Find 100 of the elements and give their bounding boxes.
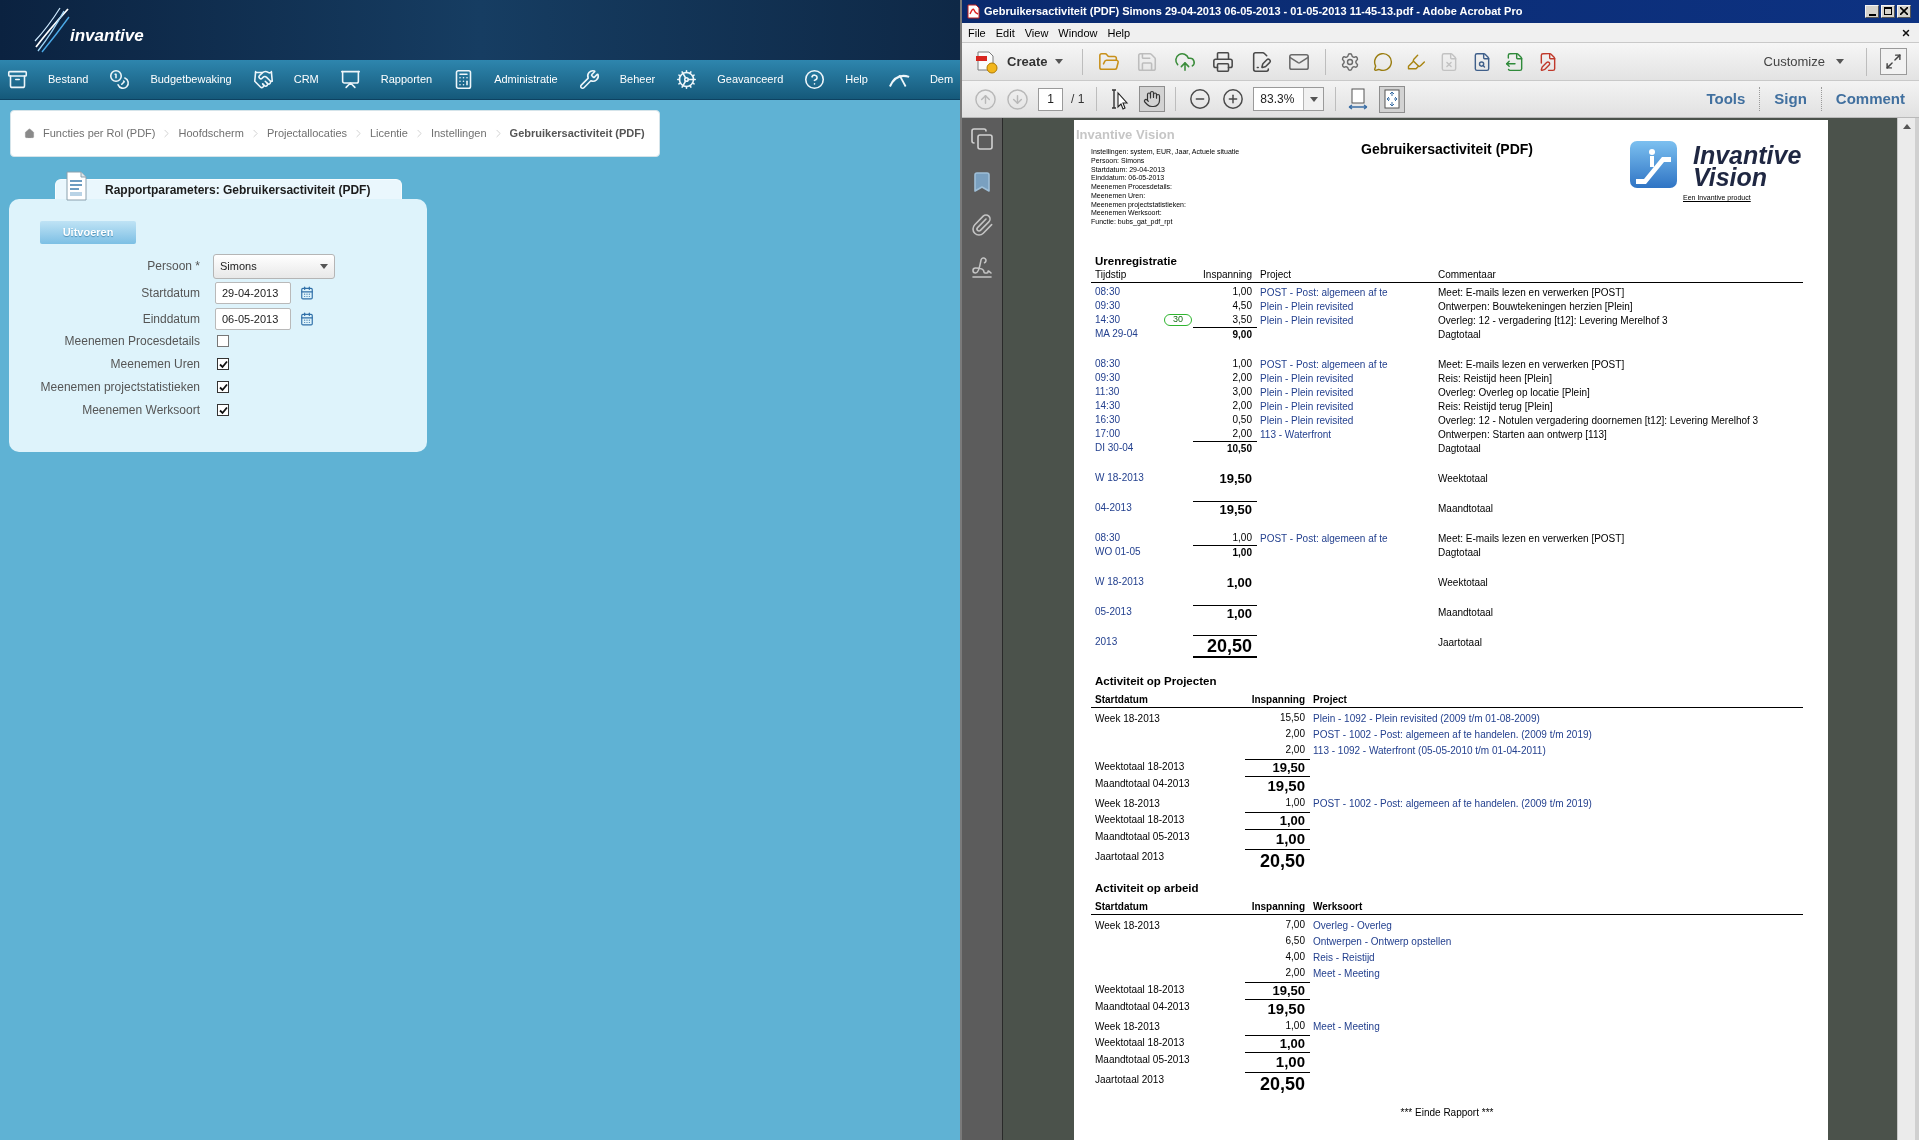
work-type-name: Meet - Meeting <box>1313 967 1380 979</box>
checkbox[interactable] <box>217 335 229 348</box>
time-label: 17:00 <box>1095 426 1121 441</box>
menu-item[interactable]: Help <box>1102 24 1136 41</box>
hand-tool-button[interactable] <box>1139 86 1166 112</box>
menu-item[interactable]: Help <box>797 60 882 99</box>
field-label: Meenemen Uren <box>110 356 200 374</box>
expand-button[interactable] <box>1880 48 1907 75</box>
section-title: Activiteit op Projecten <box>1094 673 1217 688</box>
escalator-logo-icon <box>1630 141 1677 188</box>
column-header: Project <box>1313 692 1347 707</box>
date-field[interactable]: 29-04-2013 <box>215 282 291 305</box>
menu-item[interactable]: Beheer <box>571 60 670 99</box>
project-name: Plein - Plein revisited <box>1260 372 1354 384</box>
home-icon <box>24 128 35 139</box>
file-edit-icon[interactable] <box>1250 50 1273 73</box>
pane-button[interactable]: Comment <box>1835 87 1905 111</box>
zoom-in-icon[interactable] <box>1222 88 1245 110</box>
section-title: Activiteit op arbeid <box>1094 880 1199 895</box>
menu-item[interactable]: CRM <box>245 60 333 99</box>
settings-icon[interactable] <box>1340 51 1361 72</box>
presentation-board-icon <box>339 69 361 90</box>
zoom-out-icon[interactable] <box>1189 88 1212 110</box>
project-name: Plein - Plein revisited <box>1260 300 1354 312</box>
close-button[interactable] <box>1897 5 1911 18</box>
breadcrumb-item[interactable]: Functies per Rol (PDF) <box>24 125 156 142</box>
checkbox[interactable] <box>217 381 229 394</box>
menu-item[interactable]: View <box>1019 24 1054 41</box>
create-button[interactable]: Create <box>973 49 1064 74</box>
comment-text: Ontwerpen: Starten aan ontwerp [113] <box>1438 428 1607 440</box>
column-header: Werksoort <box>1313 899 1363 914</box>
menu-item[interactable]: Rapporten <box>332 60 447 99</box>
total-value: 1,00 <box>1245 828 1310 848</box>
time-label: 09:30 <box>1095 370 1121 385</box>
caret-icon <box>1055 59 1064 64</box>
project-name: Plein - Plein revisited <box>1260 314 1354 326</box>
menu-item[interactable]: Budgetbewaking <box>102 60 246 99</box>
cloud-upload-icon[interactable] <box>1174 50 1197 73</box>
pages-icon[interactable] <box>970 127 994 151</box>
period-label: WO 01-05 <box>1095 544 1141 559</box>
pane-button[interactable]: Tools <box>1706 87 1746 111</box>
report-brand: Invantive Vision <box>1076 128 1175 142</box>
check-icon <box>218 382 228 392</box>
caret-icon <box>1836 59 1844 64</box>
breadcrumb-item[interactable]: Gebruikersactiviteit (PDF) <box>509 125 645 142</box>
menu-item[interactable]: File <box>963 24 991 41</box>
menu-item[interactable]: Administratie <box>446 60 572 99</box>
total-value: 20,50 <box>1193 634 1257 658</box>
menu-item[interactable]: Bestand <box>0 60 103 99</box>
person-select[interactable]: Simons <box>213 253 335 279</box>
field-label: Meenemen Procesdetails <box>64 333 200 351</box>
paperclip-icon[interactable] <box>970 213 994 237</box>
menu-item[interactable]: Edit <box>990 24 1020 41</box>
pane-button[interactable]: Sign <box>1774 87 1807 111</box>
breadcrumb-item[interactable]: Licentie <box>370 125 408 142</box>
breadcrumb-item[interactable]: Hoofdscherm <box>178 125 244 142</box>
close-icon[interactable] <box>1901 27 1911 38</box>
period-label: 04-2013 <box>1095 500 1132 515</box>
total-value: 19,50 <box>1245 758 1310 775</box>
customize-button[interactable]: Customize <box>1763 51 1844 72</box>
effort-value: 2,00 <box>1285 965 1305 980</box>
time-label: 16:30 <box>1095 412 1121 427</box>
minimize-icon <box>1868 14 1876 16</box>
gear-icon <box>676 69 698 90</box>
total-value: 19,50 <box>1245 775 1310 795</box>
effort-value: 1,00 <box>1285 1018 1305 1033</box>
project-name: Plein - 1092 - Plein revisited (2009 t/m 01-08-2009) <box>1313 712 1540 724</box>
calendar-icon[interactable] <box>300 286 314 301</box>
select-cursor-icon <box>1110 88 1131 110</box>
caret-icon <box>1309 96 1318 102</box>
duration-tag: 30 <box>1164 313 1192 326</box>
minimize-button[interactable] <box>1865 5 1879 18</box>
expand-icon <box>1885 53 1902 70</box>
menu-item[interactable]: Geavanceerd <box>669 60 798 99</box>
total-value: 20,50 <box>1245 1071 1310 1095</box>
work-type-name: Meet - Meeting <box>1313 1020 1380 1032</box>
menu-item[interactable]: Dem <box>881 60 960 99</box>
menu-item[interactable]: Window <box>1053 24 1103 41</box>
date-field[interactable]: 06-05-2013 <box>215 307 291 330</box>
comment-text: Overleg: 12 - vergadering [t12]: Levering Merelhof 3 <box>1438 314 1668 326</box>
signature-icon[interactable] <box>970 256 994 280</box>
maximize-button[interactable] <box>1881 5 1895 18</box>
effort-value: 4,50 <box>1232 298 1252 313</box>
breadcrumb-item[interactable]: Projectallocaties <box>266 125 347 142</box>
checkbox[interactable] <box>217 404 229 417</box>
folder-open-icon[interactable] <box>1098 50 1121 73</box>
calendar-icon[interactable] <box>300 311 314 326</box>
logo-text: Invantive Vision <box>1693 141 1803 188</box>
total-value: 1,00 <box>1193 544 1257 559</box>
checkbox[interactable] <box>217 358 229 371</box>
comment-text: Meet: E-mails lezen en verwerken [POST] <box>1438 532 1625 544</box>
page-number-field[interactable]: 1 <box>1038 87 1063 111</box>
speech-bubble-icon[interactable] <box>1373 51 1394 72</box>
time-label: 09:30 <box>1095 298 1121 313</box>
printer-icon[interactable] <box>1212 50 1235 73</box>
zoom-field[interactable]: 83.3% <box>1253 87 1325 111</box>
full-page-icon <box>1382 88 1403 110</box>
fit-page-button[interactable] <box>1379 85 1406 113</box>
breadcrumb-item[interactable]: Instellingen <box>430 125 487 142</box>
column-header: Startdatum <box>1095 692 1148 707</box>
